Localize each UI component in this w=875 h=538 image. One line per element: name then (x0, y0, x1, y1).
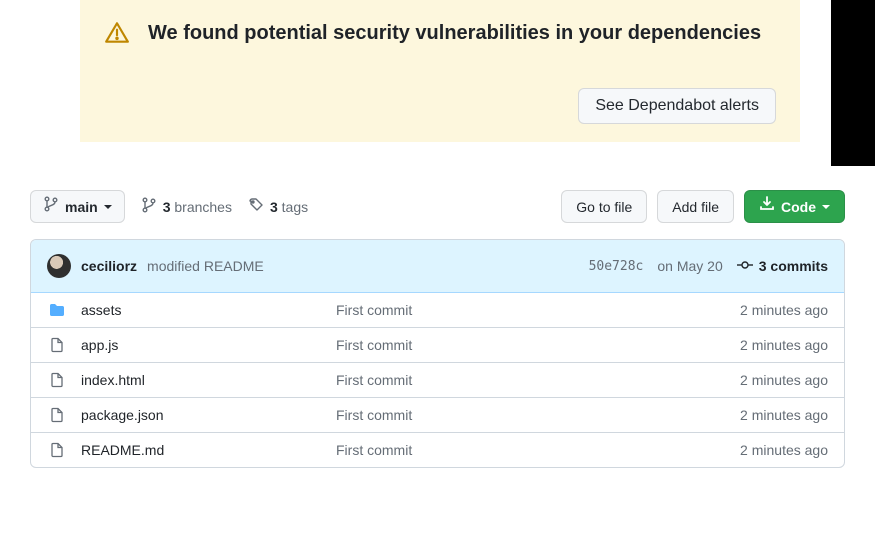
branch-select-button[interactable]: main (30, 190, 125, 223)
file-name[interactable]: README.md (81, 442, 336, 458)
file-icon (47, 337, 67, 353)
tag-icon (248, 197, 264, 216)
add-file-button[interactable]: Add file (657, 190, 734, 223)
commits-history-link[interactable]: 3 commits (737, 257, 828, 276)
file-row: assetsFirst commit2 minutes ago (31, 293, 844, 327)
file-name[interactable]: app.js (81, 337, 336, 353)
git-branch-icon (43, 196, 59, 217)
file-commit-message[interactable]: First commit (336, 337, 740, 353)
history-icon (737, 257, 753, 276)
branch-name: main (65, 197, 98, 217)
file-listing: ceciliorz modified README 50e728c on May… (30, 239, 845, 468)
file-row: app.jsFirst commit2 minutes ago (31, 327, 844, 362)
commit-message[interactable]: modified README (147, 258, 264, 274)
repo-toolbar: main 3 branches 3 tags Go to file Add fi… (30, 190, 845, 223)
avatar[interactable] (47, 254, 71, 278)
caret-down-icon (104, 205, 112, 209)
security-alert-banner: We found potential security vulnerabilit… (80, 0, 800, 142)
latest-commit-bar: ceciliorz modified README 50e728c on May… (31, 240, 844, 293)
tags-link[interactable]: 3 tags (248, 197, 308, 216)
download-icon (759, 196, 775, 217)
file-name[interactable]: assets (81, 302, 336, 318)
file-commit-message[interactable]: First commit (336, 302, 740, 318)
file-icon (47, 372, 67, 388)
file-time: 2 minutes ago (740, 372, 828, 388)
commit-date: on May 20 (657, 258, 722, 274)
file-commit-message[interactable]: First commit (336, 407, 740, 423)
go-to-file-button[interactable]: Go to file (561, 190, 647, 223)
file-commit-message[interactable]: First commit (336, 442, 740, 458)
git-branch-icon (141, 197, 157, 216)
file-name[interactable]: package.json (81, 407, 336, 423)
code-button[interactable]: Code (744, 190, 845, 223)
file-row: index.htmlFirst commit2 minutes ago (31, 362, 844, 397)
file-row: package.jsonFirst commit2 minutes ago (31, 397, 844, 432)
crop-black-bar (831, 0, 875, 166)
commit-author[interactable]: ceciliorz (81, 258, 137, 274)
file-time: 2 minutes ago (740, 407, 828, 423)
caret-down-icon (822, 205, 830, 209)
alert-title: We found potential security vulnerabilit… (148, 22, 761, 45)
file-row: README.mdFirst commit2 minutes ago (31, 432, 844, 467)
commit-sha[interactable]: 50e728c (589, 259, 644, 274)
file-time: 2 minutes ago (740, 302, 828, 318)
file-name[interactable]: index.html (81, 372, 336, 388)
file-commit-message[interactable]: First commit (336, 372, 740, 388)
file-icon (47, 442, 67, 458)
see-dependabot-alerts-button[interactable]: See Dependabot alerts (578, 88, 776, 124)
alert-triangle-icon (104, 20, 130, 46)
file-time: 2 minutes ago (740, 442, 828, 458)
branches-link[interactable]: 3 branches (141, 197, 232, 216)
folder-icon (47, 302, 67, 318)
file-time: 2 minutes ago (740, 337, 828, 353)
file-icon (47, 407, 67, 423)
